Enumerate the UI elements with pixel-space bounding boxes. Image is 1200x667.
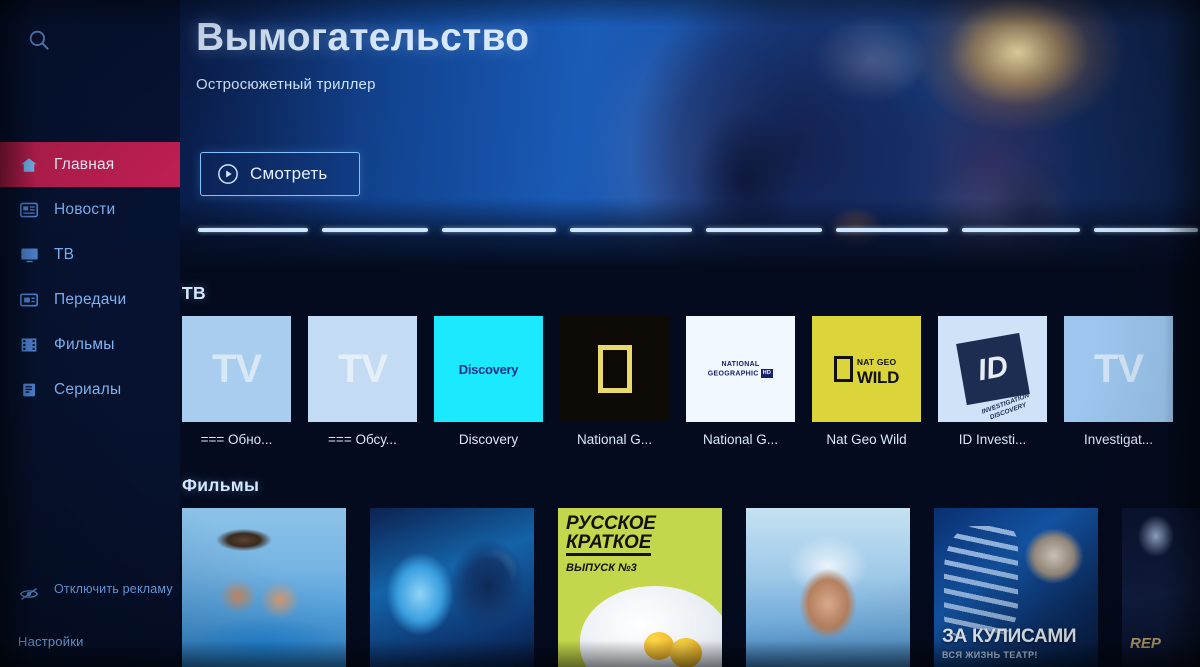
search-button[interactable]: [0, 0, 180, 80]
tv-channel-caption: === Обсу...: [328, 432, 397, 447]
tv-channel-caption: === Обно...: [200, 432, 273, 447]
tv-channel-tile[interactable]: TV === Обно...: [182, 316, 291, 447]
carousel-dash[interactable]: [322, 228, 429, 232]
series-icon: [18, 380, 40, 400]
carousel-dash[interactable]: [198, 228, 309, 232]
tv-channel-caption: Investigat...: [1083, 432, 1154, 447]
row-tv-tiles: TV === Обно... TV === Обсу... Discovery Disco…: [182, 316, 1190, 447]
tv-channel-caption: Discovery: [458, 432, 519, 447]
row-films-tiles: РУССКОЕКРАТКОЕВЫПУСК №3 лязкий ЗА КУЛИСАМИ…: [182, 508, 1200, 667]
tv-channel-thumbnail: NATIONAL GEOGRAPHIC HD: [686, 316, 795, 422]
sidebar-item-home[interactable]: Главная: [0, 142, 180, 187]
sidebar-item-disable-ads[interactable]: Отключить рекламу: [0, 580, 180, 622]
poster-title: ЗА КУЛИСАМИ ВСЯ ЖИЗНЬ ТЕАТР!: [942, 626, 1077, 660]
sidebar-item-films[interactable]: Фильмы: [0, 322, 180, 367]
sidebar-item-label: Передачи: [54, 290, 127, 308]
tv-channel-thumbnail: TV: [1064, 316, 1173, 422]
film-tile[interactable]: ЗА КУЛИСАМИ ВСЯ ЖИЗНЬ ТЕАТР!: [934, 508, 1098, 667]
hero-text-block: Вымогательство Остросюжетный триллер: [196, 16, 529, 93]
tv-icon: [18, 245, 40, 265]
tv-channel-caption: Nat Geo Wild: [826, 432, 907, 447]
film-tile[interactable]: [182, 508, 346, 667]
film-poster: REP: [1122, 508, 1200, 667]
sidebar-item-news[interactable]: Новости: [0, 187, 180, 232]
tv-channel-tile[interactable]: TV === Обсу...: [308, 316, 417, 447]
carousel-indicator[interactable]: [198, 228, 1198, 232]
tv-channel-tile[interactable]: Discovery Discovery: [434, 316, 543, 447]
search-icon: [26, 27, 52, 53]
natgeo-hd-logo-icon: NATIONAL GEOGRAPHIC HD: [707, 360, 774, 378]
tv-channel-tile[interactable]: National G...: [560, 316, 669, 447]
row-tv-title: ТВ: [182, 283, 206, 303]
tv-channel-caption: National G...: [702, 432, 779, 447]
carousel-dash[interactable]: [1093, 228, 1198, 232]
sidebar-item-label: Главная: [54, 155, 115, 173]
films-icon: [18, 335, 40, 355]
poster-title: РУССКОЕ КРАТКОЕ ВЫПУСК №3: [566, 513, 656, 574]
natgeowild-logo-icon: NAT GEO WILD: [833, 352, 899, 386]
film-poster: РУССКОЕ КРАТКОЕ ВЫПУСК №3: [558, 508, 722, 667]
natgeo-logo-icon: [597, 345, 632, 393]
row-films-title: Фильмы: [182, 475, 260, 495]
tv-channel-caption: National G...: [576, 432, 653, 447]
poster-title: REP: [1130, 635, 1161, 652]
discovery-logo-icon: Discovery: [458, 361, 519, 377]
tv-channel-thumbnail: TV: [308, 316, 417, 422]
carousel-dash[interactable]: [835, 228, 948, 232]
tv-channel-thumbnail: Discovery: [434, 316, 543, 422]
play-circle-icon: [217, 163, 239, 185]
id-investigation-logo-icon: ID INVESTIGATION DISCOVERY: [955, 332, 1030, 421]
film-poster: ЗА КУЛИСАМИ ВСЯ ЖИЗНЬ ТЕАТР!: [934, 508, 1098, 667]
sidebar-item-label: Сериалы: [54, 380, 122, 398]
tv-channel-thumbnail: NAT GEO WILD: [812, 316, 921, 422]
sidebar: Главная Новости ТВ Передачи Фильмы Сериалы От…: [0, 0, 180, 667]
film-tile[interactable]: РУССКОЕ КРАТКОЕ ВЫПУСК №3: [558, 508, 722, 667]
sidebar-item-label: Новости: [54, 200, 116, 218]
sidebar-item-settings[interactable]: Настройки: [0, 634, 180, 649]
home-icon: [18, 155, 40, 175]
carousel-dash[interactable]: [442, 228, 557, 232]
sidebar-bottom-links: Отключить рекламу Настройки: [0, 580, 180, 649]
tv-channel-thumbnail: [560, 316, 669, 422]
film-tile[interactable]: [370, 508, 534, 667]
carousel-dash[interactable]: [705, 228, 822, 232]
tv-channel-tile[interactable]: TV Investigat...: [1064, 316, 1173, 447]
carousel-dash[interactable]: [570, 228, 692, 232]
watch-button-label: Смотреть: [250, 164, 328, 183]
film-poster: [182, 508, 346, 667]
hero-subtitle: Остросюжетный триллер: [196, 76, 376, 93]
watch-button[interactable]: Смотреть: [200, 152, 360, 196]
row-films: Фильмы РУССКОЕКРАТКОЕВЫПУСК №3 лязкий ЗА К…: [182, 475, 1200, 667]
tv-channel-thumbnail: ID INVESTIGATION DISCOVERY: [938, 316, 1047, 422]
sidebar-nav: Главная Новости ТВ Передачи Фильмы Сериалы: [0, 142, 180, 412]
sidebar-item-series[interactable]: Сериалы: [0, 367, 180, 412]
tv-generic-logo-icon: TV: [211, 346, 262, 391]
tv-home-screen: Вымогательство Остросюжетный триллер Смо…: [0, 0, 1200, 667]
hero-title: Вымогательство: [196, 16, 530, 59]
sidebar-item-disable-ads-label: Отключить рекламу: [54, 582, 173, 596]
film-poster: [370, 508, 534, 667]
eye-off-icon: [18, 584, 40, 604]
sidebar-item-tv[interactable]: ТВ: [0, 232, 180, 277]
film-tile[interactable]: лязкий: [746, 508, 910, 667]
tv-generic-logo-icon: TV: [1093, 346, 1144, 391]
film-poster: лязкий: [746, 508, 910, 667]
tv-generic-logo-icon: TV: [337, 346, 388, 391]
tv-channel-caption: ID Investi...: [958, 432, 1027, 447]
tv-channel-thumbnail: TV: [182, 316, 291, 422]
hero-bottom-fade: [0, 198, 1200, 268]
tv-channel-tile[interactable]: NAT GEO WILD Nat Geo Wild: [812, 316, 921, 447]
tv-channel-tile[interactable]: ID INVESTIGATION DISCOVERY ID Investi...: [938, 316, 1047, 447]
sidebar-item-label: Фильмы: [54, 335, 115, 353]
sidebar-item-shows[interactable]: Передачи: [0, 277, 180, 322]
news-icon: [18, 200, 40, 220]
carousel-dash[interactable]: [961, 228, 1080, 232]
film-tile[interactable]: REP: [1122, 508, 1200, 667]
tv-channel-tile[interactable]: NATIONAL GEOGRAPHIC HD National G...: [686, 316, 795, 447]
sidebar-item-label: ТВ: [54, 245, 75, 263]
row-tv: ТВ TV === Обно... TV === Обсу... Discovery Di…: [182, 283, 1190, 447]
shows-icon: [18, 290, 40, 310]
